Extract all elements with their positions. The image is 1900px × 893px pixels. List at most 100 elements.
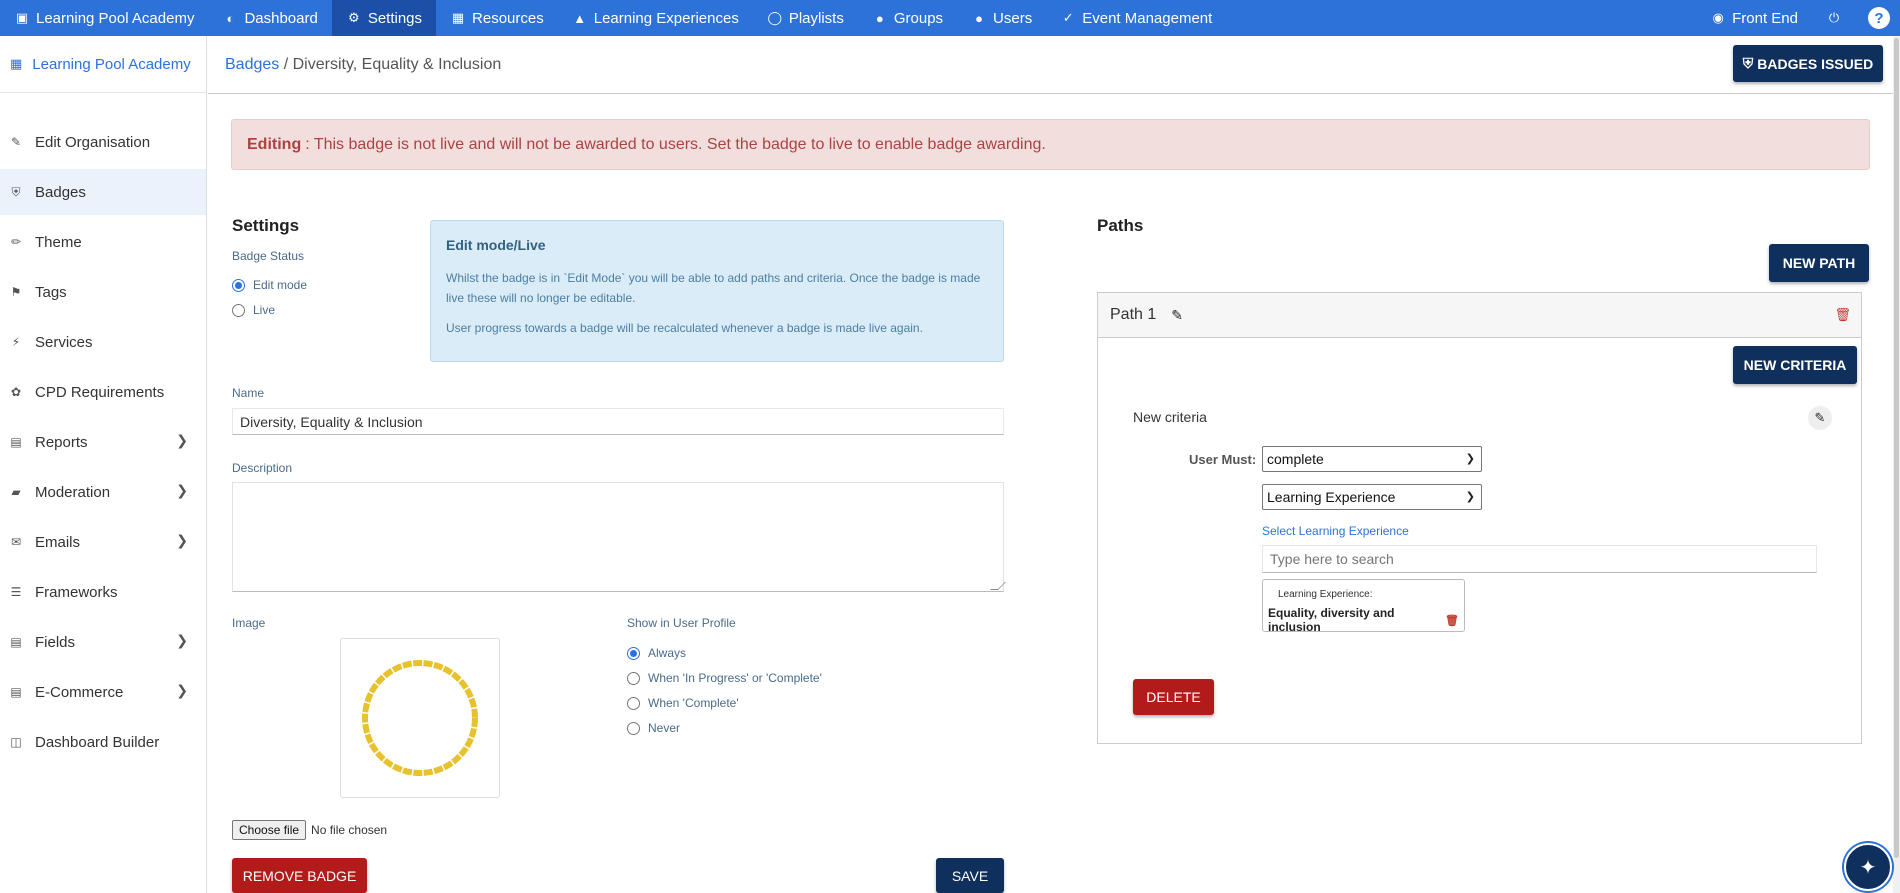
header-divider (208, 93, 1900, 94)
description-label: Description (232, 461, 293, 475)
bar-chart-icon: ▤ (10, 435, 22, 449)
chevron-right-icon: ❯ (176, 482, 188, 498)
settings-heading: Settings (232, 216, 300, 235)
lightbulb-icon: ◯ (767, 10, 783, 25)
nav-groups[interactable]: ● Groups (858, 0, 957, 36)
type-select[interactable]: Learning Experience ❯ (1262, 484, 1482, 510)
action-select[interactable]: complete ❯ (1262, 446, 1482, 472)
power-button[interactable]: ⏻ (1812, 0, 1862, 36)
envelope-icon: ✉ (10, 535, 22, 549)
nav-right: ◉ Front End ⏻ ? (1696, 0, 1900, 36)
description-textarea[interactable] (232, 482, 1006, 592)
sidebar-item-dashboard-builder[interactable]: ◫ Dashboard Builder (0, 719, 206, 765)
sidebar-item-reports[interactable]: ▤ Reports ❯ (0, 419, 206, 465)
profile-always-radio[interactable]: Always (627, 646, 686, 660)
nav-front-end[interactable]: ◉ Front End (1696, 0, 1812, 36)
globe-icon: ◉ (1712, 10, 1724, 25)
sidebar-item-badges[interactable]: ⛨ Badges (0, 169, 206, 215)
scrollbar-thumb[interactable] (1894, 38, 1899, 858)
pencil-icon: ✎ (10, 135, 22, 149)
selected-value: Equality, diversity and inclusion (1268, 606, 1395, 634)
sitemap-icon: ▣ (15, 10, 29, 25)
chevron-right-icon: ❯ (176, 432, 188, 448)
sidebar-item-services[interactable]: ⚡ Services (0, 319, 206, 365)
sidebar-org[interactable]: ▦ Learning Pool Academy (0, 36, 206, 93)
form-icon: ▤ (10, 635, 22, 649)
remove-badge-button[interactable]: REMOVE BADGE (232, 858, 367, 893)
remove-trash-icon[interactable]: 🗑 (1445, 614, 1459, 627)
sidebar-item-e-commerce[interactable]: ▤ E-Commerce ❯ (0, 669, 206, 715)
edit-criteria-pencil-icon[interactable]: ✎ (1808, 406, 1832, 430)
show-in-profile-label: Show in User Profile (627, 616, 736, 630)
scrollbar[interactable] (1893, 36, 1900, 893)
learning-experience-search-input[interactable] (1262, 545, 1817, 573)
name-input[interactable] (232, 408, 1004, 435)
editing-alert: Editing: This badge is not live and will… (231, 119, 1870, 170)
no-file-text: No file chosen (311, 823, 388, 837)
breadcrumb-current: Diversity, Equality & Inclusion (292, 56, 502, 73)
trash-icon[interactable]: 🗑 (1834, 307, 1851, 323)
profile-in-progress-radio[interactable]: When 'In Progress' or 'Complete' (627, 671, 822, 685)
user-icon: ● (975, 10, 983, 26)
gauge-icon: ◐ (226, 10, 235, 26)
nav-users[interactable]: ● Users (957, 0, 1046, 36)
graduation-cap-icon: ▲ (573, 10, 587, 26)
sidebar-item-moderation[interactable]: ▰ Moderation ❯ (0, 469, 206, 515)
nav-settings[interactable]: ⚙ Settings (331, 0, 437, 36)
sidebar: ▦ Learning Pool Academy ✎ Edit Organisatio… (0, 36, 207, 893)
breadcrumb: Badges / Diversity, Equality & Inclusion (225, 56, 501, 74)
info-paragraph-2: User progress towards a badge will be re… (446, 321, 923, 335)
select-learning-experience-label: Select Learning Experience (1262, 524, 1409, 538)
sidebar-item-fields[interactable]: ▤ Fields ❯ (0, 619, 206, 665)
gear-icon: ⚙ (348, 10, 360, 25)
chevron-down-icon: ❯ (1465, 453, 1475, 465)
selected-caption: Learning Experience: (1278, 589, 1373, 600)
selected-learning-experience: Learning Experience: Equality, diversity… (1262, 579, 1465, 634)
pencil-icon[interactable]: ✎ (1171, 307, 1183, 324)
user-must-label: User Must: (1189, 452, 1257, 467)
seedling-icon: ✿ (10, 385, 22, 399)
status-live-radio[interactable]: Live (232, 303, 275, 317)
top-nav: ▣ Learning Pool Academy ◐ Dashboard ⚙ Setti… (0, 0, 1900, 36)
path-title: Path 1 (1110, 306, 1157, 323)
cart-icon: ▤ (10, 685, 22, 699)
new-path-button[interactable]: NEW PATH (1769, 244, 1869, 282)
badge-ring-image (362, 660, 478, 776)
delete-criteria-button[interactable]: DELETE (1133, 679, 1214, 715)
users-icon: ● (875, 10, 884, 26)
nav-event-management[interactable]: ✓ Event Management (1046, 0, 1226, 36)
image-label: Image (232, 616, 266, 630)
magic-wand-button[interactable]: ✦ (1844, 843, 1892, 891)
new-criteria-button[interactable]: NEW CRITERIA (1733, 346, 1857, 384)
breadcrumb-badges-link[interactable]: Badges (225, 56, 279, 73)
file-chooser: Choose file No file chosen (232, 820, 387, 840)
building-icon: ▦ (10, 56, 23, 71)
plug-icon: ⚡ (11, 335, 21, 349)
shield-icon: ⛨ (1742, 55, 1754, 71)
sidebar-item-tags[interactable]: ⚑ Tags (0, 269, 206, 315)
paths-heading: Paths (1097, 216, 1144, 235)
sidebar-item-cpd-requirements[interactable]: ✿ CPD Requirements (0, 369, 206, 415)
profile-never-radio[interactable]: Never (627, 721, 680, 735)
resize-handle-icon[interactable] (990, 582, 1006, 590)
sidebar-item-frameworks[interactable]: ☰ Frameworks (0, 569, 206, 615)
nav-resources[interactable]: ▦ Resources (436, 0, 558, 36)
help-button[interactable]: ? (1868, 7, 1890, 29)
nav-learning-pool-academy[interactable]: ▣ Learning Pool Academy (0, 0, 208, 36)
badges-issued-button[interactable]: ⛨ BADGES ISSUED (1733, 45, 1883, 82)
nav-playlists[interactable]: ◯ Playlists (753, 0, 858, 36)
choose-file-button[interactable]: Choose file (232, 820, 307, 840)
sidebar-item-edit-organisation[interactable]: ✎ Edit Organisation (0, 119, 206, 165)
nav-dashboard[interactable]: ◐ Dashboard (208, 0, 331, 36)
sidebar-item-theme[interactable]: ✏ Theme (0, 219, 206, 265)
badge-image-preview (340, 638, 500, 798)
sidebar-item-emails[interactable]: ✉ Emails ❯ (0, 519, 206, 565)
status-edit-mode-radio[interactable]: Edit mode (232, 278, 307, 292)
badge-status-label: Badge Status (232, 249, 305, 263)
save-button[interactable]: SAVE (936, 858, 1004, 893)
chevron-down-icon: ❯ (1465, 491, 1475, 503)
path-header: Path 1 ✎ 🗑 (1098, 293, 1861, 338)
profile-complete-radio[interactable]: When 'Complete' (627, 696, 739, 710)
columns-icon: ◫ (10, 735, 22, 749)
nav-learning-experiences[interactable]: ▲ Learning Experiences (558, 0, 753, 36)
